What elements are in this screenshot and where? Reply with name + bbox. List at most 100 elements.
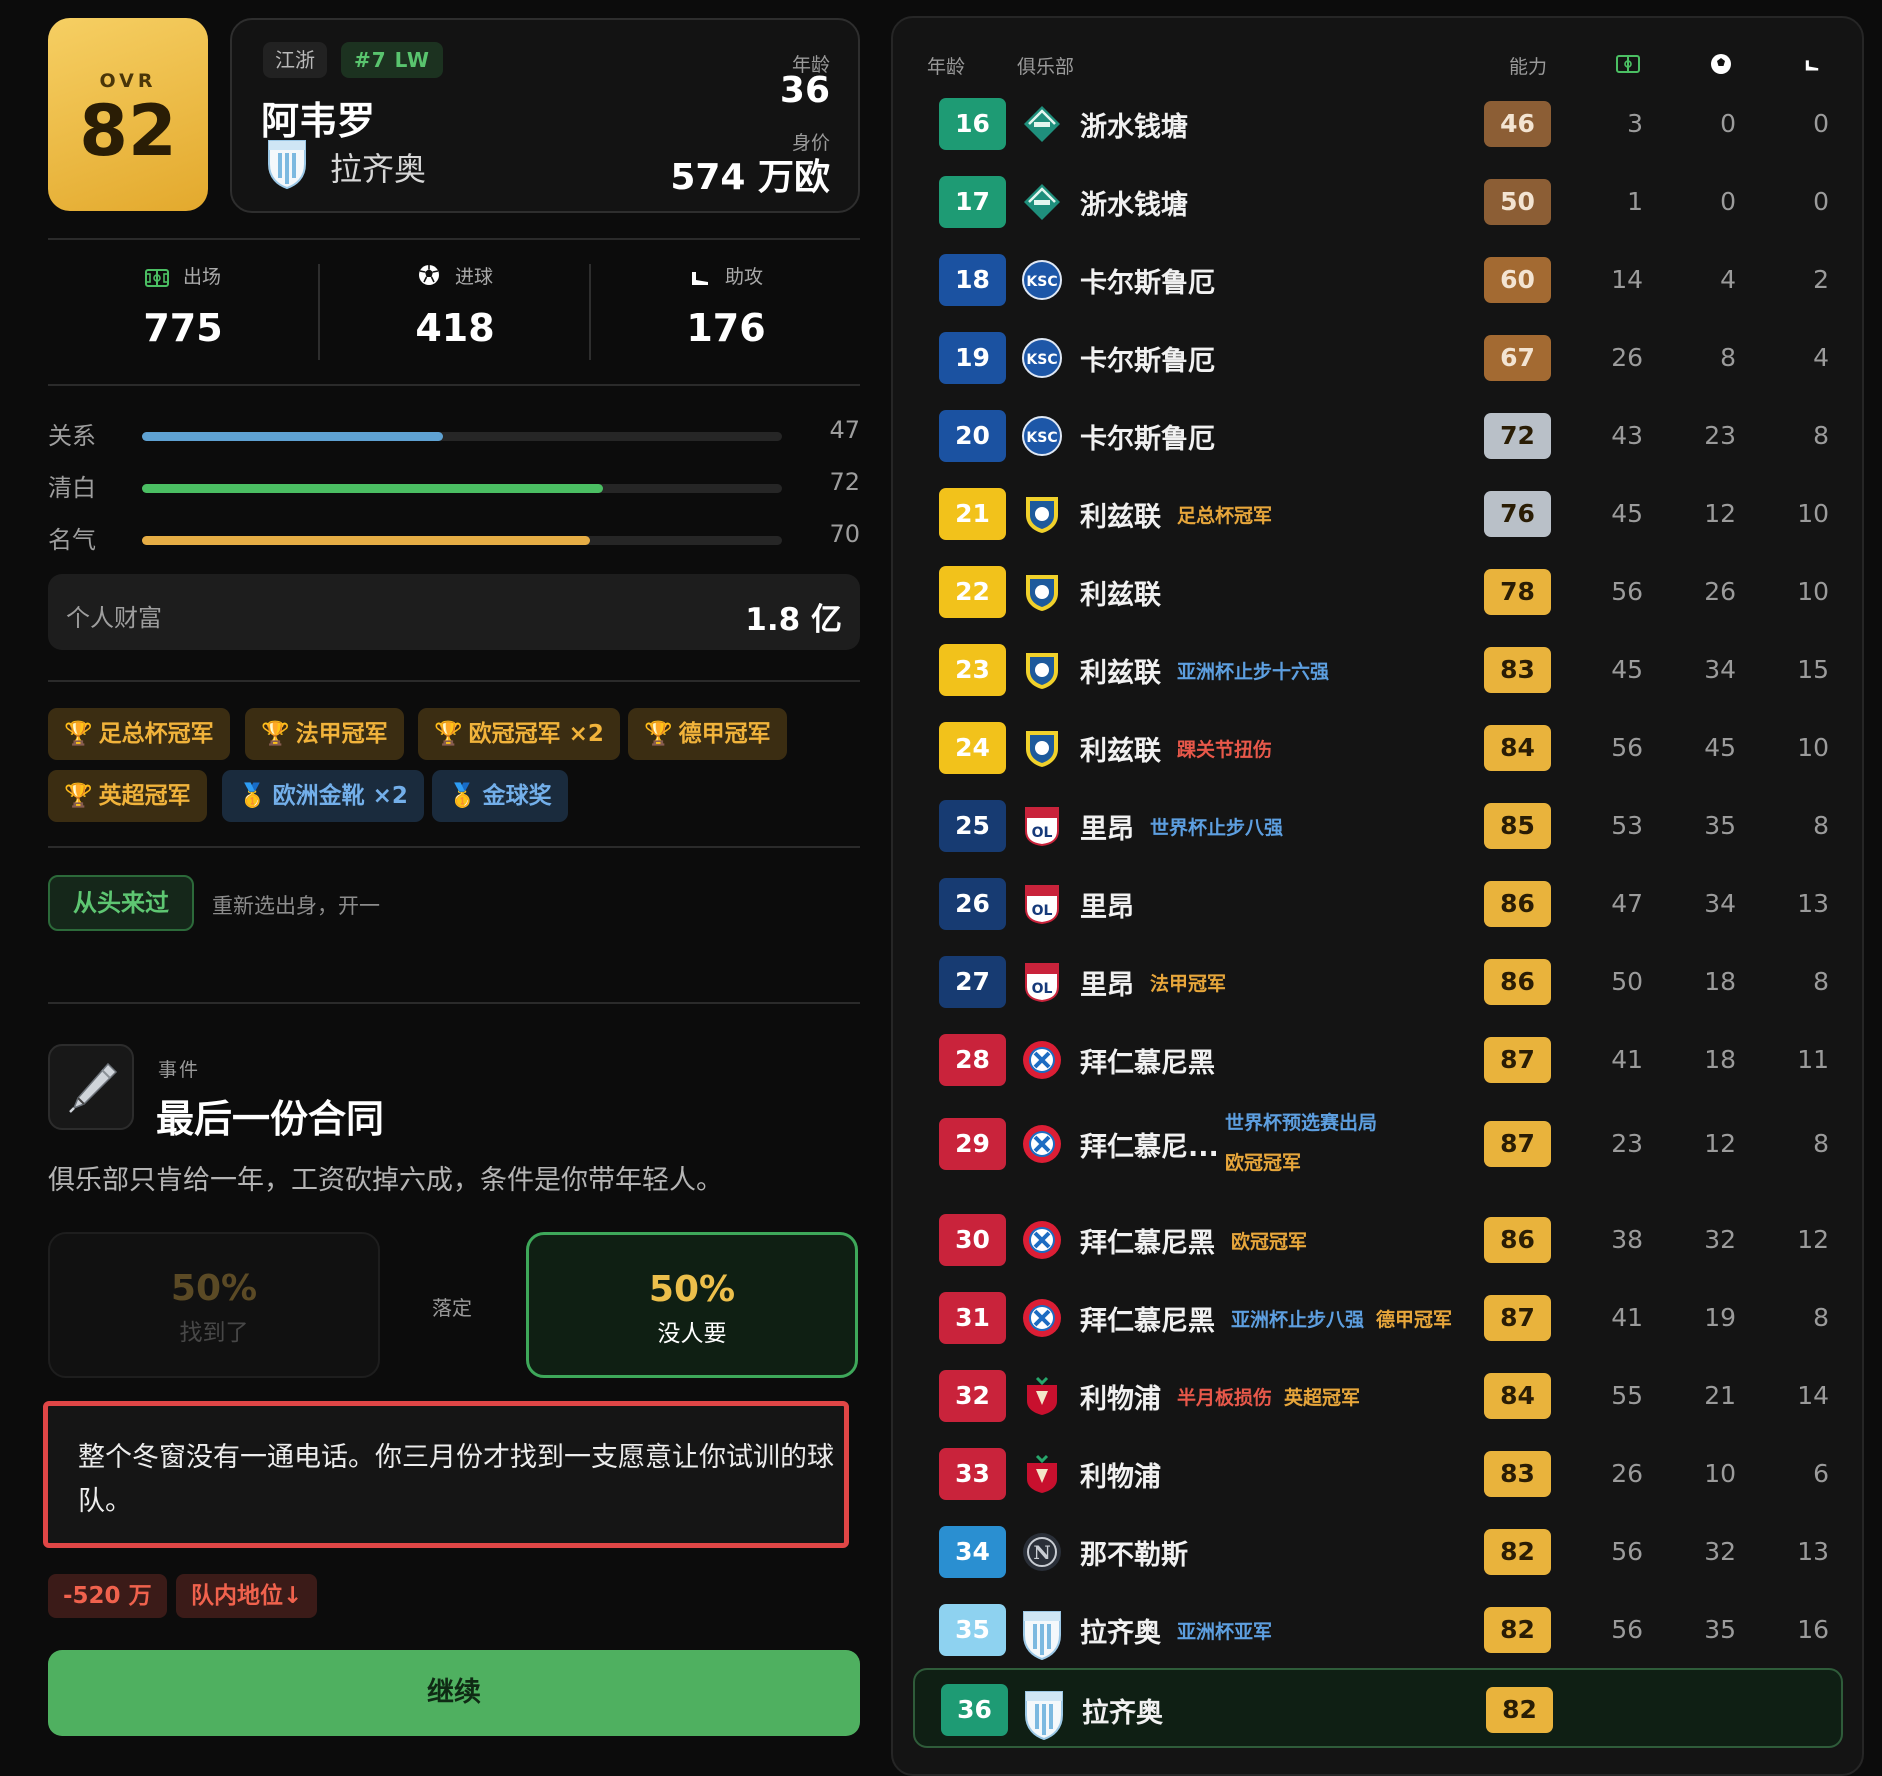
history-row: 25 OL 里昂 85 53 35 8 世界杯止步八强 (903, 786, 1853, 864)
ability-badge: 87 (1484, 1037, 1551, 1083)
svg-text:N: N (1033, 1542, 1050, 1564)
event-icon-box (48, 1044, 134, 1130)
goals-value: 32 (1704, 1537, 1736, 1566)
ability-badge: 67 (1484, 335, 1551, 381)
divider (48, 846, 860, 848)
goals-value: 34 (1704, 655, 1736, 684)
ability-badge: 50 (1484, 179, 1551, 225)
assists-value: 176 (686, 306, 766, 350)
wealth-card: 个人财富 1.8 亿 (48, 574, 860, 650)
medal-icon: 🥇 (238, 783, 267, 809)
divider (48, 238, 860, 240)
age-value: 29 (955, 1129, 990, 1158)
club-name: 拜仁慕尼黑 (1080, 1306, 1215, 1337)
age-value: 35 (955, 1615, 990, 1644)
ability-value: 85 (1500, 811, 1535, 840)
attribute-value: 72 (829, 468, 860, 496)
club-name: 卡尔斯鲁厄 (1080, 424, 1215, 455)
goals-value: 0 (1720, 109, 1736, 138)
attribute-track (142, 536, 782, 545)
ability-badge: 87 (1484, 1121, 1551, 1167)
assists-value: 2 (1813, 265, 1829, 294)
apps-value: 23 (1611, 1129, 1643, 1158)
age-badge: 35 (939, 1604, 1006, 1656)
goals-value: 18 (1704, 1045, 1736, 1074)
ability-badge: 82 (1484, 1529, 1551, 1575)
assists-value: 11 (1797, 1045, 1829, 1074)
club-badge-icon: OL (1021, 883, 1063, 925)
svg-text:KSC: KSC (1026, 430, 1057, 446)
apps-value: 50 (1611, 967, 1643, 996)
goals-value: 12 (1704, 499, 1736, 528)
goals-value: 0 (1720, 187, 1736, 216)
club-name: 拜仁慕尼黑 (1080, 1228, 1215, 1259)
attribute-value: 70 (829, 520, 860, 548)
ability-badge: 83 (1484, 647, 1551, 693)
age-badge: 27 (939, 956, 1006, 1008)
continue-button[interactable]: 继续 (48, 1650, 860, 1736)
ability-value: 82 (1502, 1695, 1537, 1724)
event-option-unwanted[interactable]: 50% 没人要 (526, 1232, 858, 1378)
age-badge: 36 (941, 1684, 1008, 1736)
season-note: 足总杯冠军 (1177, 505, 1273, 527)
history-row: 23 利兹联 83 45 34 15 亚洲杯止步十六强 (903, 630, 1853, 708)
club-badge-icon (1021, 571, 1063, 613)
club-name: 拉齐奥 (1082, 1698, 1163, 1729)
age-badge: 25 (939, 800, 1006, 852)
event-result-text: 整个冬窗没有一通电话。你三月份才找到一支愿意让你试训的球队。 (78, 1442, 834, 1517)
wealth-label: 个人财富 (66, 604, 162, 632)
club-badge-icon: OL (1021, 805, 1063, 847)
apps-value: 26 (1611, 1459, 1643, 1488)
club-badge-icon (1021, 1039, 1063, 1081)
assists-value: 8 (1813, 811, 1829, 840)
club-name: 浙水钱塘 (1080, 112, 1188, 143)
club-name: 利兹联 (1080, 736, 1161, 767)
age-value: 19 (955, 343, 990, 372)
attribute-label: 关系 (48, 422, 96, 450)
history-row: 35 拉齐奥 82 56 35 16 亚洲杯亚军 (903, 1590, 1853, 1668)
lazio-shield-icon (268, 140, 306, 190)
club-name: 利物浦 (1080, 1384, 1161, 1415)
assists-value: 15 (1797, 655, 1829, 684)
assists-value: 0 (1813, 187, 1829, 216)
medal-icon: 🥇 (448, 783, 477, 809)
age-badge: 28 (939, 1034, 1006, 1086)
club-name: 浙水钱塘 (1080, 190, 1188, 221)
event-option-found[interactable]: 50% 找到了 (48, 1232, 380, 1378)
player-name: 阿韦罗 (261, 99, 376, 143)
honor-badge: 🥇 金球奖 (432, 770, 568, 822)
honor-badge: 🏆 德甲冠军 (628, 708, 787, 760)
assists-value: 8 (1813, 967, 1829, 996)
ball-icon (418, 265, 439, 285)
ability-value: 87 (1500, 1303, 1535, 1332)
assists-label: 助攻 (725, 266, 764, 288)
age-value: 30 (955, 1225, 990, 1254)
restart-button[interactable]: 从头来过 (48, 875, 194, 931)
goals-value: 26 (1704, 577, 1736, 606)
boot-icon (1805, 60, 1819, 71)
honor-badge: 🏆 法甲冠军 (245, 708, 404, 760)
assists-value: 4 (1813, 343, 1829, 372)
apps-value: 38 (1611, 1225, 1643, 1254)
ovr-card: OVR 82 (48, 18, 208, 211)
age-badge: 24 (939, 722, 1006, 774)
age-value: 34 (955, 1537, 990, 1566)
age-value: 27 (955, 967, 990, 996)
club-badge-icon (1021, 1453, 1063, 1495)
ability-value: 67 (1500, 343, 1535, 372)
goals-value: 8 (1720, 343, 1736, 372)
ability-badge: 46 (1484, 101, 1551, 147)
pitch-icon (1616, 55, 1640, 73)
goals-value: 18 (1704, 967, 1736, 996)
age-value: 36 (957, 1695, 992, 1724)
divider (48, 680, 860, 682)
stat-appearances: 出场 775 (48, 262, 318, 350)
age-badge: 20 (939, 410, 1006, 462)
apps-value: 3 (1627, 109, 1643, 138)
age-badge: 16 (939, 98, 1006, 150)
attribute-track (142, 484, 782, 493)
season-note: 世界杯预选赛出局 (1225, 1112, 1378, 1134)
settle-label: 落定 (432, 1296, 472, 1320)
season-note: 亚洲杯亚军 (1177, 1621, 1273, 1643)
ability-value: 87 (1500, 1129, 1535, 1158)
